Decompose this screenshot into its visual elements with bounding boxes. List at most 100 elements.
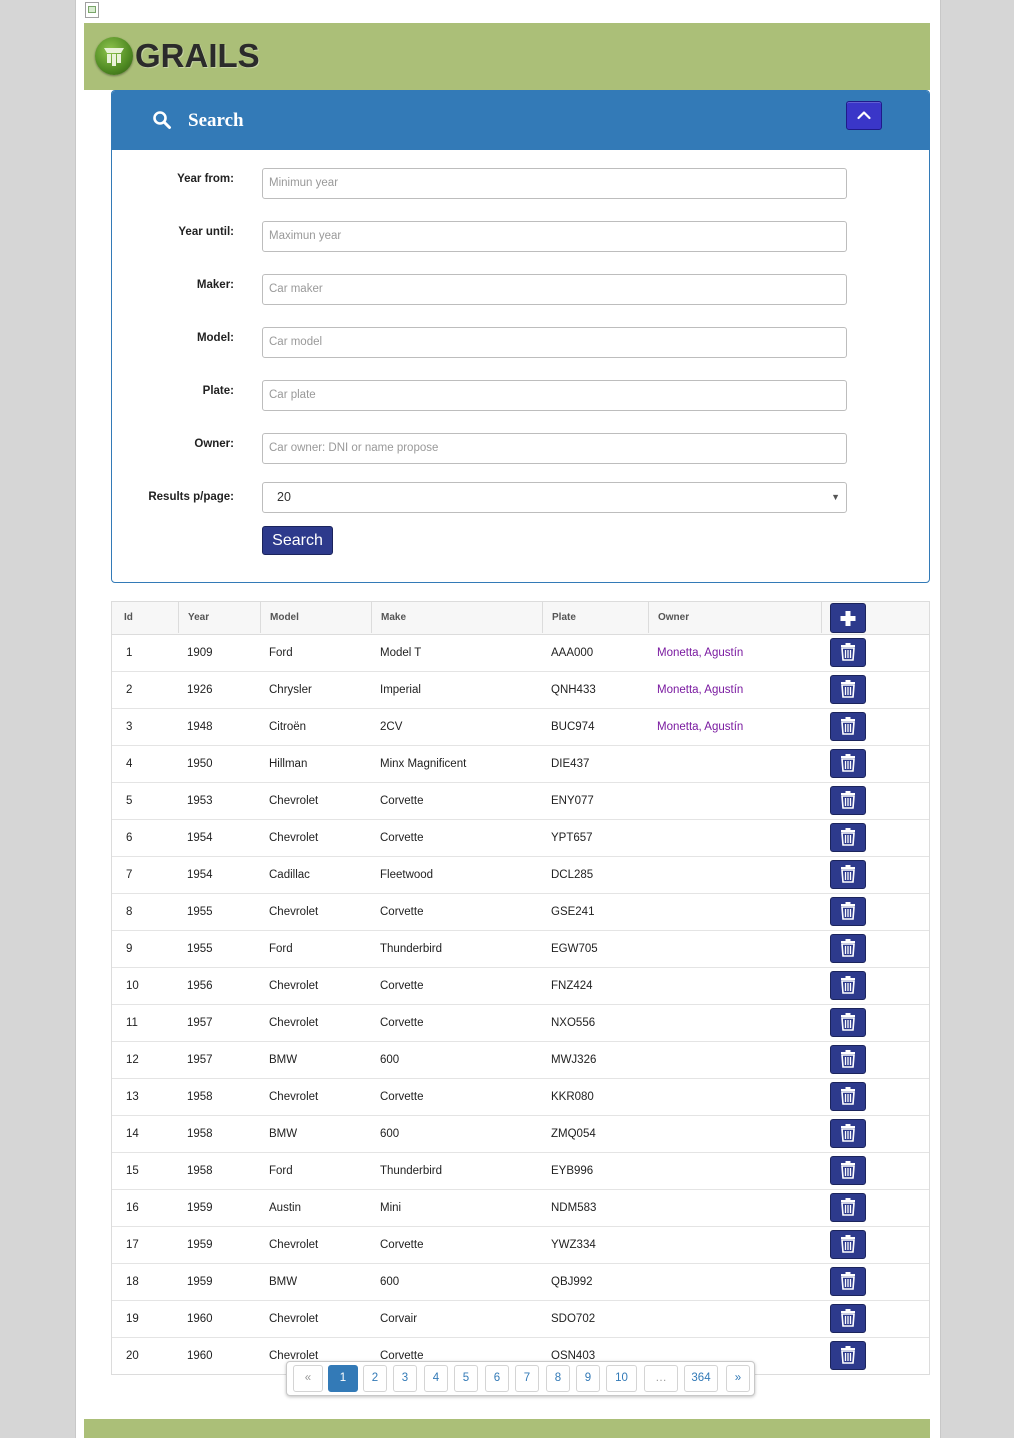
page-link-5[interactable]: 5 xyxy=(454,1365,478,1392)
cell-year: 1954 xyxy=(187,832,213,844)
pagination: «1 2 3 4 5 6 7 8 9 10 … 364 » xyxy=(286,1361,755,1396)
cell-year: 1960 xyxy=(187,1313,213,1325)
page-link-7[interactable]: 7 xyxy=(515,1365,539,1392)
cell-model: Ford xyxy=(269,647,293,659)
delete-row-button[interactable] xyxy=(830,1341,866,1370)
maker-input[interactable]: Car maker xyxy=(262,274,847,305)
owner-input[interactable]: Car owner: DNI or name propose xyxy=(262,433,847,464)
page-link-364[interactable]: 364 xyxy=(684,1365,718,1392)
cell-year: 1954 xyxy=(187,869,213,881)
table-row: 11 1957 Chevrolet Corvette NXO556 xyxy=(112,1005,929,1042)
delete-row-button[interactable] xyxy=(830,1119,866,1148)
cell-owner-link[interactable]: Monetta, Agustín xyxy=(657,709,743,745)
page-link-6[interactable]: 6 xyxy=(485,1365,509,1392)
cell-model: Chevrolet xyxy=(269,1313,319,1325)
cell-plate: GSE241 xyxy=(551,906,595,918)
column-header-owner[interactable]: Owner xyxy=(649,602,822,633)
column-header-plate[interactable]: Plate xyxy=(543,602,649,633)
cell-year: 1957 xyxy=(187,1054,213,1066)
cell-model: BMW xyxy=(269,1276,298,1288)
cell-owner-link[interactable]: Monetta, Agustín xyxy=(657,672,743,708)
search-icon xyxy=(152,110,172,130)
page-link-4[interactable]: 4 xyxy=(424,1365,448,1392)
cell-model: BMW xyxy=(269,1054,298,1066)
cell-make: Corvette xyxy=(380,795,424,807)
cell-id: 15 xyxy=(126,1165,139,1177)
cell-plate: QBJ992 xyxy=(551,1276,593,1288)
page-next-link[interactable]: » xyxy=(726,1365,750,1392)
delete-row-button[interactable] xyxy=(830,1304,866,1333)
delete-row-button[interactable] xyxy=(830,712,866,741)
delete-row-button[interactable] xyxy=(830,1267,866,1296)
delete-row-button[interactable] xyxy=(830,638,866,667)
cell-model: Cadillac xyxy=(269,869,310,881)
results-per-page-label: Results p/page: xyxy=(148,491,234,503)
cell-id: 3 xyxy=(126,721,133,733)
plate-input[interactable]: Car plate xyxy=(262,380,847,411)
delete-row-button[interactable] xyxy=(830,1230,866,1259)
delete-row-button[interactable] xyxy=(830,971,866,1000)
delete-row-button[interactable] xyxy=(830,675,866,704)
delete-row-button[interactable] xyxy=(830,786,866,815)
column-header-id[interactable]: Id xyxy=(112,602,179,633)
column-header-make[interactable]: Make xyxy=(372,602,543,633)
delete-row-button[interactable] xyxy=(830,1156,866,1185)
cell-year: 1959 xyxy=(187,1276,213,1288)
delete-row-button[interactable] xyxy=(830,1082,866,1111)
cell-model: Chevrolet xyxy=(269,1017,319,1029)
cell-year: 1948 xyxy=(187,721,213,733)
cell-plate: EGW705 xyxy=(551,943,598,955)
page-link-3[interactable]: 3 xyxy=(393,1365,417,1392)
cell-model: Ford xyxy=(269,1165,293,1177)
cell-make: 600 xyxy=(380,1054,400,1066)
page-link-10[interactable]: 10 xyxy=(606,1365,637,1392)
delete-row-button[interactable] xyxy=(830,934,866,963)
delete-row-button[interactable] xyxy=(830,1193,866,1222)
cell-make: Mini xyxy=(380,1202,402,1214)
owner-label: Owner: xyxy=(194,438,234,450)
delete-row-button[interactable] xyxy=(830,860,866,889)
table-row: 17 1959 Chevrolet Corvette YWZ334 xyxy=(112,1227,929,1264)
cell-id: 14 xyxy=(126,1128,139,1140)
cell-id: 16 xyxy=(126,1202,139,1214)
table-row: 9 1955 Ford Thunderbird EGW705 xyxy=(112,931,929,968)
cell-make: 600 xyxy=(380,1128,400,1140)
cell-plate: QNH433 xyxy=(551,684,596,696)
results-table: Id Year Model Make Plate Owner 1 1909 Ford… xyxy=(111,601,930,1375)
delete-row-button[interactable] xyxy=(830,897,866,926)
page-link-9[interactable]: 9 xyxy=(576,1365,600,1392)
cell-plate: NDM583 xyxy=(551,1202,597,1214)
year-from-input[interactable]: Minimun year xyxy=(262,168,847,199)
column-header-model[interactable]: Model xyxy=(261,602,372,633)
delete-row-button[interactable] xyxy=(830,823,866,852)
page-link-2[interactable]: 2 xyxy=(363,1365,387,1392)
column-header-year[interactable]: Year xyxy=(179,602,261,633)
page-link-1[interactable]: 1 xyxy=(328,1365,358,1392)
table-row: 13 1958 Chevrolet Corvette KKR080 xyxy=(112,1079,929,1116)
collapse-panel-button[interactable] xyxy=(846,101,882,130)
model-input[interactable]: Car model xyxy=(262,327,847,358)
year-until-input[interactable]: Maximun year xyxy=(262,221,847,252)
cell-make: Corvette xyxy=(380,980,424,992)
search-button[interactable]: Search xyxy=(262,526,333,555)
delete-row-button[interactable] xyxy=(830,749,866,778)
cell-model: Ford xyxy=(269,943,293,955)
cell-make: Thunderbird xyxy=(380,1165,443,1177)
table-row: 8 1955 Chevrolet Corvette GSE241 xyxy=(112,894,929,931)
cell-make: Corvair xyxy=(380,1313,418,1325)
site-footer xyxy=(84,1419,930,1438)
cell-plate: ENY077 xyxy=(551,795,594,807)
cell-year: 1950 xyxy=(187,758,213,770)
cell-model: Chevrolet xyxy=(269,1239,319,1251)
plate-label: Plate: xyxy=(202,385,234,397)
page-prev-link[interactable]: « xyxy=(293,1365,323,1392)
page-link-8[interactable]: 8 xyxy=(546,1365,570,1392)
add-car-button[interactable] xyxy=(830,603,866,633)
delete-row-button[interactable] xyxy=(830,1045,866,1074)
search-panel-heading: Search xyxy=(112,91,929,150)
results-per-page-select[interactable]: 20 ▼ xyxy=(262,482,847,513)
cell-owner-link[interactable]: Monetta, Agustín xyxy=(657,635,743,671)
grails-logo[interactable]: GRAILS xyxy=(95,35,260,77)
cell-plate: DCL285 xyxy=(551,869,594,881)
delete-row-button[interactable] xyxy=(830,1008,866,1037)
